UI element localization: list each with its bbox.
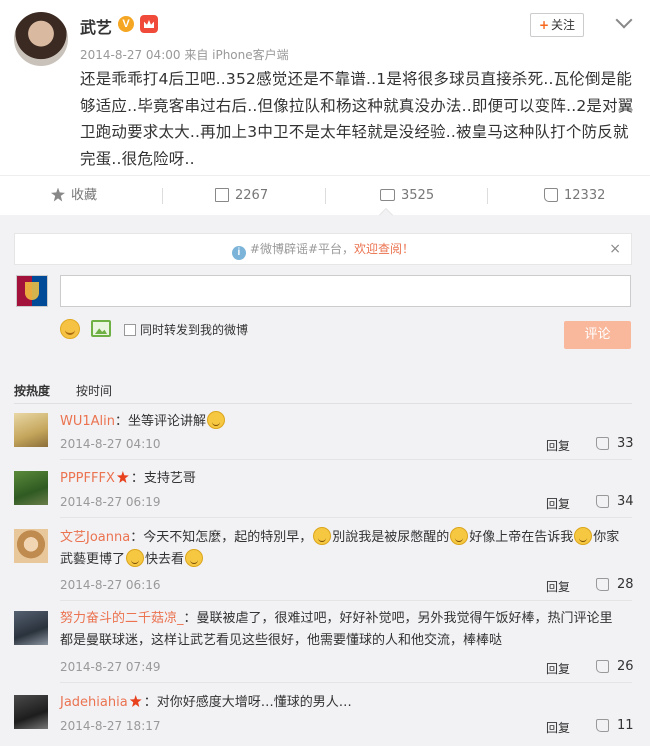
reply-button[interactable]: 回复 (546, 660, 570, 677)
commenter-avatar[interactable] (14, 529, 48, 563)
divider (487, 188, 488, 204)
commenter-name[interactable]: WU1Alin (60, 414, 115, 429)
emoji-icon (574, 527, 593, 545)
weibo-post: 武艺 V 2014-8-27 04:00 来自 iPhone客户端 + 关注 还是… (0, 0, 650, 175)
comment-time: 2014-8-27 07:49 (60, 660, 161, 674)
commenter-avatar[interactable] (14, 413, 48, 447)
comment-input[interactable] (60, 275, 631, 307)
comment-time: 2014-8-27 04:10 (60, 437, 161, 451)
rumor-notice-bar: i #微博辟谣#平台，欢迎查阅！ × (14, 233, 632, 265)
member-star-icon (116, 471, 129, 483)
comment-text: 都是曼联球迷，这样让武艺看见这些很好，他需要懂球的人和他交流，棒棒哒 (60, 633, 503, 648)
comment-text: ：坐等评论讲解 (115, 414, 207, 429)
emoji-icon (207, 411, 226, 429)
emoji-icon (313, 527, 332, 545)
close-icon[interactable]: × (609, 234, 621, 264)
divider (60, 459, 632, 460)
commenter-name[interactable]: 文艺Joanna (60, 530, 130, 545)
favorite-button[interactable]: 收藏 (51, 176, 97, 216)
thumbs-up-icon (544, 187, 558, 202)
divider (14, 403, 632, 404)
reply-button[interactable]: 回复 (546, 495, 570, 512)
repost-checkbox[interactable] (124, 324, 136, 336)
verified-icon: V (118, 16, 134, 32)
comment-time: 2014-8-27 06:16 (60, 578, 161, 592)
divider (162, 188, 163, 204)
comment-time: 2014-8-27 06:19 (60, 495, 161, 509)
comment-text: ：对你好感度大增呀…懂球的男人… (143, 695, 352, 710)
commenter-avatar[interactable] (14, 611, 48, 645)
star-icon (51, 187, 65, 202)
reply-button[interactable]: 回复 (546, 719, 570, 736)
image-upload-icon[interactable] (91, 320, 111, 337)
post-action-bar: 收藏 2267 3525 12332 (0, 175, 650, 215)
divider (325, 188, 326, 204)
thumbs-up-icon[interactable] (596, 578, 609, 591)
commenter-avatar[interactable] (14, 471, 48, 505)
comment-time: 2014-8-27 18:17 (60, 719, 161, 733)
info-icon: i (231, 246, 246, 260)
emoji-icon (126, 549, 145, 567)
commenter-name[interactable]: Jadehiahia (60, 695, 128, 710)
emoji-icon (185, 549, 204, 567)
comment-text: ：今天不知怎麼，起的特別早， (130, 530, 313, 545)
like-button[interactable]: 12332 (544, 176, 605, 216)
post-text: 还是乖乖打4后卫吧..352感觉还是不靠谱..1是将很多球员直接杀死..瓦伦倒是… (80, 70, 634, 168)
commenter-name[interactable]: 努力奋斗的二千菇凉_ (60, 611, 184, 626)
post-meta: 2014-8-27 04:00 来自 iPhone客户端 (80, 48, 289, 62)
member-star-icon (129, 695, 142, 707)
commenter-avatar[interactable] (14, 695, 48, 729)
comment-text: ：支持艺哥 (130, 471, 196, 486)
author-avatar[interactable] (14, 12, 68, 66)
comment-like-count: 26 (617, 659, 634, 674)
comment-text: 快去看 (145, 552, 185, 567)
comment-text: 好像上帝在告诉我 (469, 530, 574, 545)
follow-button[interactable]: + 关注 (530, 13, 584, 37)
commenter-name[interactable]: PPPFFFX (60, 471, 115, 486)
comment-text: 武藝更博了 (60, 552, 126, 567)
thumbs-up-icon[interactable] (596, 437, 609, 450)
divider (60, 682, 632, 683)
divider (60, 600, 632, 601)
emoji-icon (450, 527, 469, 545)
chevron-down-icon[interactable] (615, 11, 633, 29)
reply-button[interactable]: 回复 (546, 578, 570, 595)
author-name[interactable]: 武艺 (80, 14, 112, 38)
thumbs-up-icon[interactable] (596, 495, 609, 508)
repost-button[interactable]: 2267 (215, 176, 268, 216)
my-avatar (16, 275, 48, 307)
comment-like-count: 33 (617, 436, 634, 451)
divider (60, 517, 632, 518)
repost-checkbox-label[interactable]: 同时转发到我的微博 (140, 321, 248, 338)
comment-text: 別說我是被尿憋醒的 (332, 530, 450, 545)
comment-like-count: 28 (617, 577, 634, 592)
comment-icon (380, 188, 395, 201)
submit-comment-button[interactable]: 评论 (564, 321, 631, 349)
thumbs-up-icon[interactable] (596, 719, 609, 732)
comment-text: ：曼联被虐了，很难过吧，好好补觉吧，另外我觉得午饭好棒，热门评论里 (183, 611, 613, 626)
member-crown-icon (140, 15, 158, 33)
emoji-picker-icon[interactable] (60, 319, 80, 339)
repost-icon (215, 187, 229, 202)
comment-like-count: 11 (617, 718, 634, 733)
comment-like-count: 34 (617, 494, 634, 509)
sort-by-time-tab[interactable]: 按时间 (76, 382, 112, 399)
sort-by-hot-tab[interactable]: 按热度 (14, 382, 50, 399)
reply-button[interactable]: 回复 (546, 437, 570, 454)
comments-panel: i #微博辟谣#平台，欢迎查阅！ × 同时转发到我的微博 评论 按热度 按时间 W… (0, 215, 650, 746)
comment-text: 你家 (593, 530, 620, 545)
thumbs-up-icon[interactable] (596, 660, 609, 673)
